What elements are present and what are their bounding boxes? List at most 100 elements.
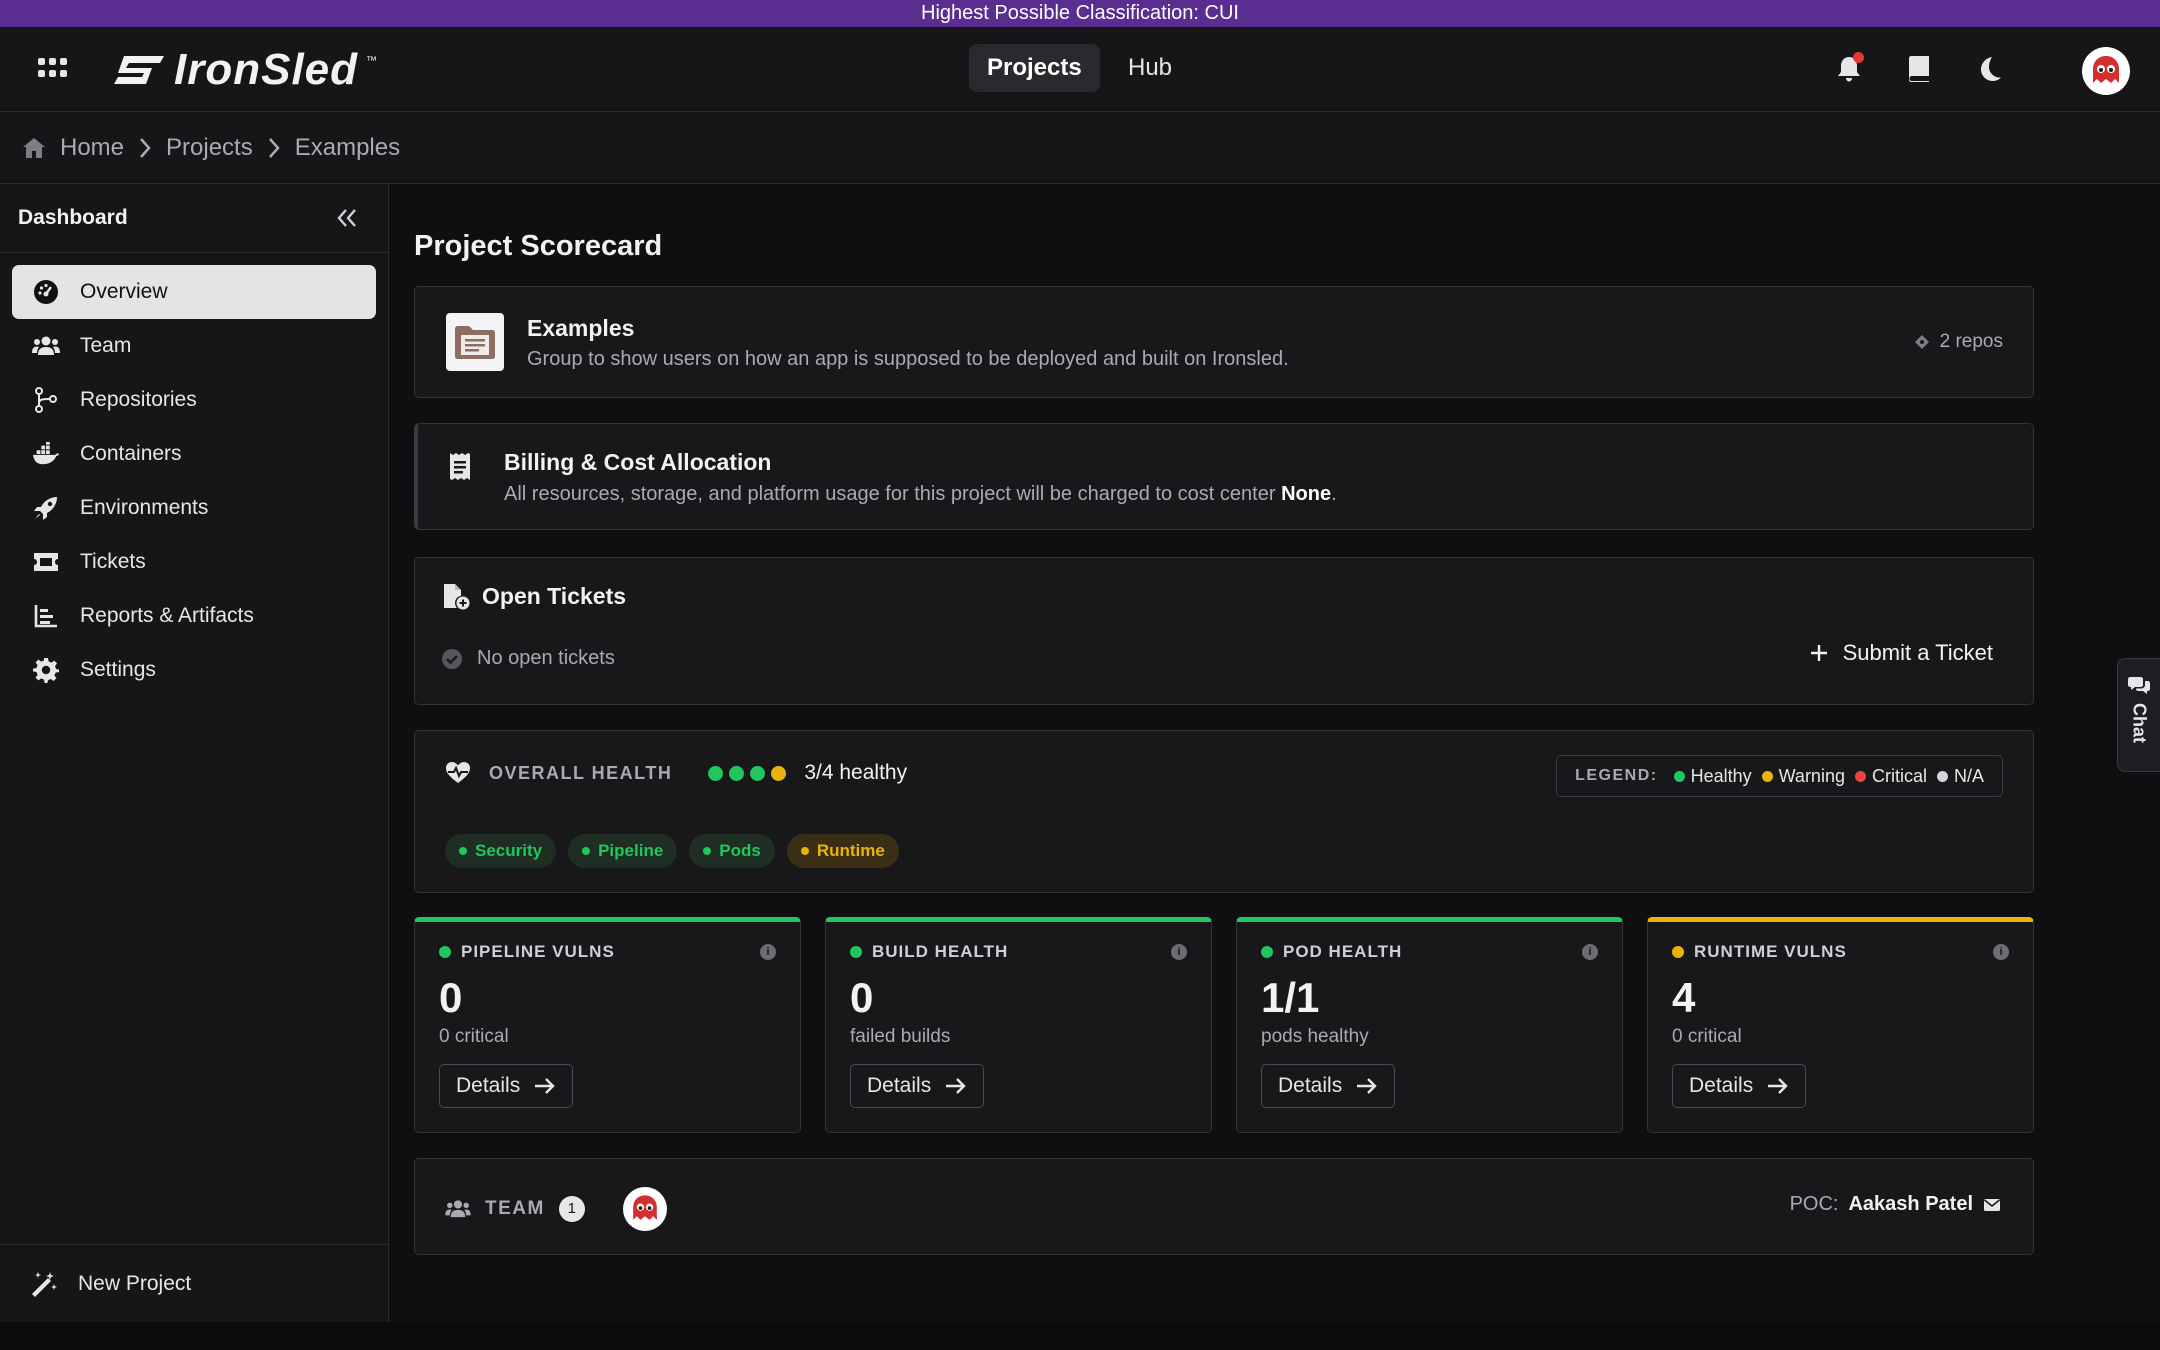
details-button[interactable]: Details [1672, 1064, 1807, 1108]
sidebar-item-label: Reports & Artifacts [80, 604, 254, 627]
plus-icon [1810, 645, 1827, 661]
sidebar-item-label: Containers [80, 442, 182, 465]
chat-label: Chat [2129, 703, 2150, 743]
moon-icon[interactable] [1972, 52, 2006, 86]
pill-pods[interactable]: Pods [689, 834, 775, 868]
sidebar-item-reports[interactable]: Reports & Artifacts [12, 589, 376, 643]
sidebar-item-tickets[interactable]: Tickets [12, 535, 376, 589]
notification-dot [1853, 52, 1864, 63]
new-project-button[interactable]: New Project [0, 1244, 388, 1322]
team-card: TEAM 1 POC: Aakash Patel [414, 1158, 2034, 1255]
overall-health-card: OVERALL HEALTH 3/4 healthy LEGEND: Healt… [414, 730, 2034, 893]
legend-title: LEGEND: [1575, 767, 1658, 784]
user-avatar[interactable] [2082, 47, 2130, 95]
status-dot [1672, 946, 1684, 958]
metric-value: 0 [850, 974, 874, 1021]
overall-health-label: OVERALL HEALTH [489, 762, 673, 783]
collapse-sidebar-icon[interactable] [336, 208, 358, 228]
team-label: TEAM [485, 1198, 545, 1219]
health-legend: LEGEND: Healthy Warning Critical N/A [1556, 755, 2003, 797]
tickets-card: Open Tickets No open tickets Submit a Ti… [414, 557, 2034, 705]
arrow-right-icon [946, 1078, 966, 1094]
metric-title: POD HEALTH [1283, 942, 1403, 961]
health-dot [750, 765, 766, 781]
bell-icon[interactable] [1832, 52, 1866, 86]
book-icon[interactable] [1902, 52, 1936, 86]
repo-count[interactable]: 2 repos [1914, 331, 2003, 353]
project-name: Examples [527, 315, 635, 341]
health-dot [729, 765, 745, 781]
chevron-right-icon [268, 137, 280, 158]
legend-na: N/A [1953, 765, 1984, 786]
team-count-badge: 1 [558, 1196, 585, 1222]
metric-title: RUNTIME VULNS [1694, 942, 1847, 961]
chat-tab[interactable]: Chat [2117, 658, 2160, 772]
sidebar-item-settings[interactable]: Settings [12, 643, 376, 697]
repo-count-label: 2 repos [1939, 331, 2003, 352]
info-icon[interactable]: i [1582, 944, 1598, 960]
breadcrumb-home[interactable]: Home [60, 134, 124, 162]
users-icon [32, 332, 60, 360]
page-footer-strip [0, 1322, 2160, 1350]
metric-value: 4 [1672, 974, 1696, 1021]
pill-runtime[interactable]: Runtime [786, 834, 899, 868]
sidebar-title: Dashboard [18, 206, 128, 229]
breadcrumb-examples[interactable]: Examples [295, 134, 400, 162]
health-pills: Security Pipeline Pods Runtime [445, 834, 899, 868]
billing-title: Billing & Cost Allocation [504, 449, 772, 475]
sidebar-item-containers[interactable]: Containers [12, 427, 376, 481]
grid-icon[interactable] [38, 58, 68, 80]
nav-tab-projects[interactable]: Projects [969, 44, 1100, 92]
sidebar-item-label: Settings [80, 658, 156, 681]
legend-dot [1761, 770, 1773, 782]
pill-security[interactable]: Security [445, 834, 557, 868]
metric-card-pod-health: POD HEALTH i 1/1 pods healthy Details [1236, 917, 1623, 1133]
status-dot [1261, 946, 1273, 958]
ironsled-logo[interactable]: IronSled ™ [112, 45, 378, 94]
sidebar-item-overview[interactable]: Overview [12, 265, 376, 319]
details-button[interactable]: Details [1261, 1064, 1396, 1108]
status-dot [850, 946, 862, 958]
top-navbar: IronSled ™ Projects Hub [0, 27, 2160, 112]
sidebar: Dashboard Overview Team Repositories Con… [0, 184, 389, 1322]
legend-healthy: Healthy [1690, 765, 1752, 786]
breadcrumb-projects[interactable]: Projects [166, 134, 253, 162]
metric-subtitle: pods healthy [1261, 1026, 1369, 1047]
envelope-icon[interactable] [1983, 1198, 2001, 1212]
metric-card-build-health: BUILD HEALTH i 0 failed builds Details [825, 917, 1212, 1133]
sidebar-item-repositories[interactable]: Repositories [12, 373, 376, 427]
health-summary: 3/4 healthy [804, 761, 908, 784]
arrow-right-icon [535, 1078, 555, 1094]
info-icon[interactable]: i [760, 944, 776, 960]
legend-warning: Warning [1778, 765, 1845, 786]
team-member-avatar[interactable] [622, 1187, 667, 1231]
metric-subtitle: 0 critical [1672, 1026, 1742, 1047]
info-icon[interactable]: i [1993, 944, 2009, 960]
billing-card: Billing & Cost Allocation All resources,… [414, 423, 2034, 530]
submit-ticket-button[interactable]: Submit a Ticket [1809, 640, 1993, 666]
details-button[interactable]: Details [439, 1064, 574, 1108]
details-button[interactable]: Details [850, 1064, 985, 1108]
info-icon[interactable]: i [1171, 944, 1187, 960]
health-dot [771, 765, 787, 781]
ticket-icon [32, 548, 60, 576]
metric-card-pipeline-vulns: PIPELINE VULNS i 0 0 critical Details [414, 917, 801, 1133]
metric-subtitle: failed builds [850, 1026, 951, 1047]
git-diamond-icon [1914, 335, 1929, 349]
nav-tab-hub[interactable]: Hub [1110, 44, 1190, 92]
chart-icon [32, 602, 60, 630]
home-icon[interactable] [22, 136, 46, 160]
brand-tm: ™ [366, 55, 378, 67]
sidebar-item-environments[interactable]: Environments [12, 481, 376, 535]
sidebar-item-label: Repositories [80, 388, 197, 411]
poc-name: Aakash Patel [1848, 1193, 1973, 1215]
docker-icon [32, 440, 60, 468]
poc-contact: POC: Aakash Patel [1790, 1193, 2001, 1216]
health-dots [708, 765, 787, 781]
heart-pulse-icon [446, 762, 470, 783]
sidebar-item-team[interactable]: Team [12, 319, 376, 373]
git-branch-icon [32, 386, 60, 414]
metric-value: 0 [439, 974, 463, 1021]
ironsled-mark-icon [114, 56, 164, 84]
pill-pipeline[interactable]: Pipeline [568, 834, 678, 868]
